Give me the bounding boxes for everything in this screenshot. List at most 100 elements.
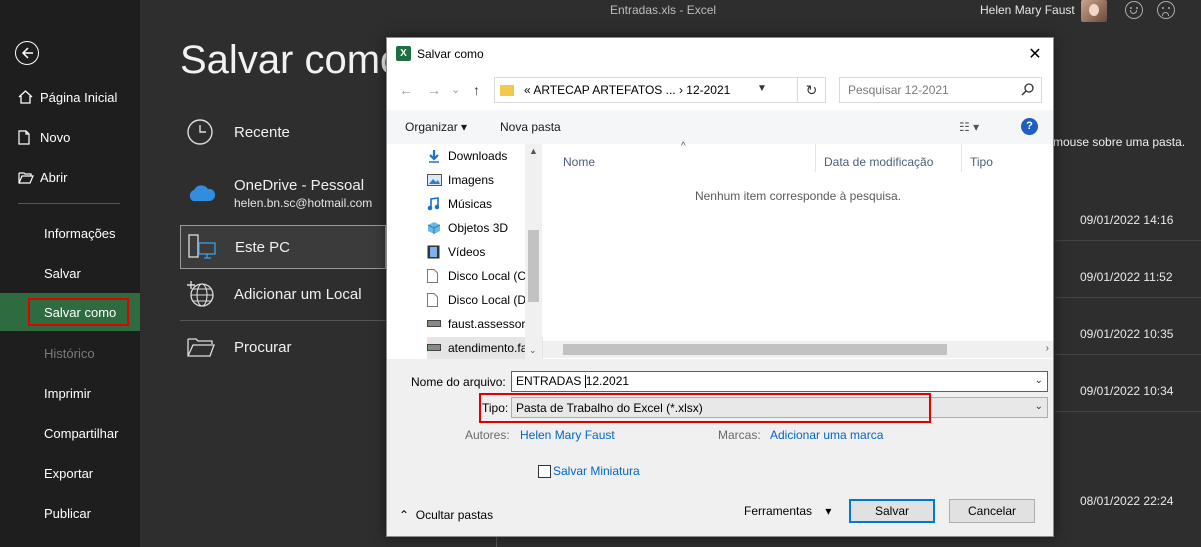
nav-print[interactable]: Imprimir <box>0 378 140 408</box>
empty-message: Nenhum item corresponde à pesquisa. <box>694 189 902 203</box>
nav-open[interactable]: Abrir <box>0 162 140 192</box>
chevron-down-icon[interactable]: ⌄ <box>1035 401 1043 412</box>
nav-info[interactable]: Informações <box>0 218 140 248</box>
nav-publish[interactable]: Publicar <box>0 498 140 528</box>
column-type[interactable]: Tipo <box>970 155 993 169</box>
organize-button[interactable]: Organizar ▾ <box>405 120 467 134</box>
column-name[interactable]: Nome <box>563 155 595 169</box>
folder-icon <box>180 336 234 358</box>
location-onedrive[interactable]: OneDrive - Pessoal helen.bn.sc@hotmail.c… <box>180 170 386 216</box>
nav-share[interactable]: Compartilhar <box>0 418 140 448</box>
nav-export[interactable]: Exportar <box>0 458 140 488</box>
chevron-down-icon[interactable]: ⌄ <box>529 345 537 356</box>
tree-label: Objetos 3D <box>448 221 509 235</box>
recent-divider <box>1055 354 1201 355</box>
search-icon <box>1021 83 1034 96</box>
add-tag-link[interactable]: Adicionar uma marca <box>770 428 883 442</box>
download-arrow-icon <box>427 149 448 163</box>
folder-icon <box>500 84 514 96</box>
caret-down-icon: ▾ <box>825 504 832 518</box>
open-folder-icon <box>18 171 40 184</box>
forward-icon[interactable]: → <box>427 82 441 98</box>
tree-label: Músicas <box>448 197 493 211</box>
search-input[interactable]: Pesquisar 12-2021 <box>839 77 1042 103</box>
recent-divider <box>1055 240 1201 241</box>
chevron-down-icon[interactable]: ⌄ <box>451 83 460 96</box>
column-divider[interactable] <box>961 144 962 172</box>
sort-caret-icon: ^ <box>681 141 686 152</box>
recent-date: 09/01/2022 10:35 <box>1080 327 1174 341</box>
refresh-icon[interactable]: ↻ <box>798 77 826 103</box>
hide-folders-button[interactable]: ⌃ Ocultar pastas <box>399 508 493 522</box>
horizontal-scrollbar[interactable]: › <box>543 341 1053 358</box>
tags-label: Marcas: <box>718 428 761 442</box>
nav-label: Compartilhar <box>44 425 119 441</box>
back-arrow-icon[interactable] <box>15 41 39 65</box>
recent-date: 09/01/2022 14:16 <box>1080 213 1174 227</box>
save-thumbnail-checkbox[interactable] <box>538 465 551 478</box>
filename-input[interactable]: ENTRADAS 12.2021 ⌄ <box>511 371 1048 392</box>
nav-label: Publicar <box>44 505 91 521</box>
scroll-thumb[interactable] <box>563 344 947 355</box>
column-modified[interactable]: Data de modificação <box>824 155 933 169</box>
location-sub: helen.bn.sc@hotmail.com <box>234 195 373 210</box>
excel-icon: X <box>396 46 411 61</box>
nav-label: Imprimir <box>44 385 91 401</box>
pc-icon <box>181 233 235 261</box>
chevron-right-icon[interactable]: › <box>1046 343 1049 354</box>
film-icon <box>427 245 448 259</box>
tree-label: faust.assessoria <box>448 317 535 331</box>
back-icon[interactable]: ← <box>399 82 413 98</box>
chevron-up-icon[interactable]: ▲ <box>529 146 538 156</box>
column-divider[interactable] <box>815 144 816 172</box>
location-browse[interactable]: Procurar <box>180 325 386 369</box>
nav-new[interactable]: Novo <box>0 122 140 152</box>
avatar[interactable] <box>1081 0 1107 22</box>
cancel-button[interactable]: Cancelar <box>949 499 1035 523</box>
scroll-thumb[interactable] <box>528 230 539 302</box>
up-arrow-icon[interactable]: ↑ <box>473 82 480 98</box>
tools-button[interactable]: Ferramentas ▾ <box>744 504 831 518</box>
user-name[interactable]: Helen Mary Faust <box>980 3 1075 17</box>
music-note-icon <box>427 197 448 211</box>
address-bar[interactable]: « ARTECAP ARTEFATOS ... › 12-2021 ▼ <box>494 77 798 103</box>
tree-scrollbar[interactable]: ▲ ⌄ <box>525 144 542 359</box>
tree-label: atendimento.fa <box>448 341 528 355</box>
highlight-box-save-as <box>28 298 129 326</box>
breadcrumb[interactable]: « ARTECAP ARTEFATOS ... › 12-2021 <box>524 83 730 97</box>
filename-value-after-cursor: 12.2021 <box>585 374 630 388</box>
folder-tree[interactable]: Downloads Imagens Músicas Objetos 3D Víd… <box>387 144 543 359</box>
filename-value-before-cursor: ENTRADAS <box>516 374 585 388</box>
location-label: Procurar <box>234 338 292 356</box>
authors-label: Autores: <box>465 428 510 442</box>
dialog-toolbar: Organizar ▾ Nova pasta ☷ ▾ ? <box>387 110 1053 144</box>
chevron-down-icon[interactable]: ▼ <box>757 83 767 94</box>
frown-icon[interactable] <box>1157 1 1175 19</box>
close-icon[interactable]: ✕ <box>1023 44 1047 66</box>
save-thumbnail-label[interactable]: Salvar Miniatura <box>553 464 640 478</box>
save-button[interactable]: Salvar <box>849 499 935 523</box>
location-label: Adicionar um Local <box>234 285 362 303</box>
nav-label: Exportar <box>44 465 94 481</box>
new-folder-button[interactable]: Nova pasta <box>500 120 561 134</box>
cloud-icon <box>180 183 234 203</box>
tree-label: Imagens <box>448 173 495 187</box>
authors-value[interactable]: Helen Mary Faust <box>520 428 615 442</box>
chevron-down-icon[interactable]: ⌄ <box>1035 375 1043 386</box>
help-icon[interactable]: ? <box>1021 118 1038 135</box>
dialog-titlebar[interactable]: X Salvar como ✕ <box>387 38 1053 70</box>
tree-label: Downloads <box>448 149 508 163</box>
location-add-place[interactable]: Adicionar um Local <box>180 272 386 316</box>
file-list[interactable]: ^ Nome Data de modificação Tipo Nenhum i… <box>543 141 1053 359</box>
chevron-up-icon: ⌃ <box>399 508 410 522</box>
location-recent[interactable]: Recente <box>180 110 386 154</box>
recent-divider <box>1055 297 1201 298</box>
dialog-title: Salvar como <box>417 47 484 61</box>
location-this-pc[interactable]: Este PC <box>180 225 386 269</box>
smile-icon[interactable] <box>1125 1 1143 19</box>
nav-save[interactable]: Salvar <box>0 258 140 288</box>
nav-home[interactable]: Página Inicial <box>0 82 140 112</box>
nav-label: Informações <box>44 225 116 241</box>
view-options-icon[interactable]: ☷ ▾ <box>959 120 979 134</box>
backstage-nav: Página Inicial Novo Abrir Informações Sa… <box>0 0 140 547</box>
